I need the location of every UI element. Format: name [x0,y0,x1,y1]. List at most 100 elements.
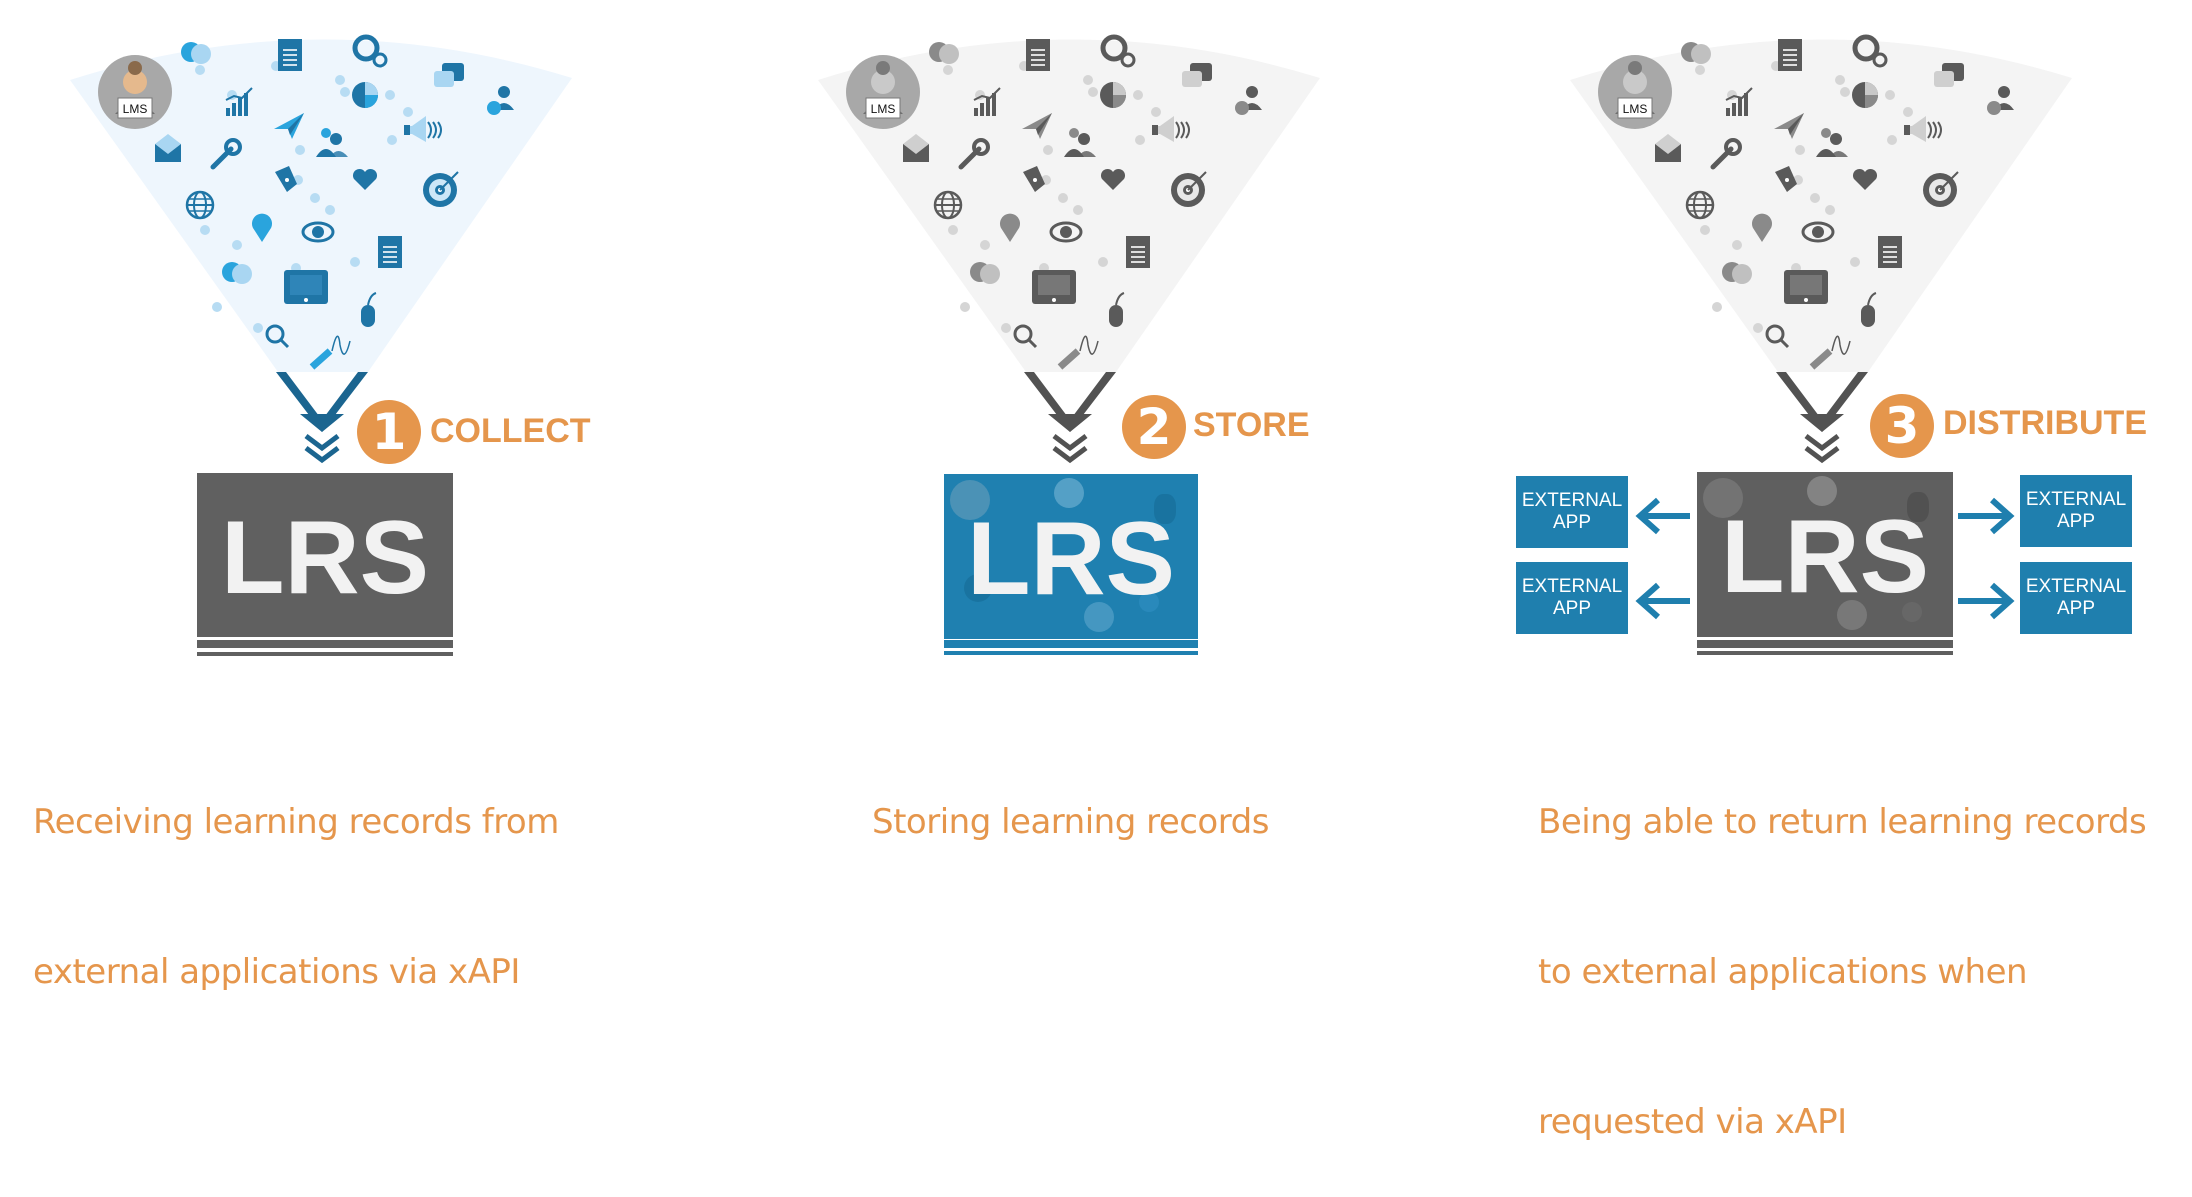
external-app-line2: APP [1552,512,1592,533]
document-icon [1878,236,1902,268]
lms-avatar-icon: LMS [98,55,172,129]
dot-icon [1810,193,1820,203]
dot-icon [1058,193,1068,203]
step-2-number-badge: 2 [1122,395,1186,459]
lrs-base-stripe [944,640,1198,648]
dot-icon [253,323,263,333]
dot-icon [212,302,222,312]
dot-icon [387,135,397,145]
funnel-step-2: LMS [818,34,1320,464]
chevrons-down-icon [1804,434,1840,464]
external-app-line2: APP [2056,598,2096,619]
funnel-step-1: LMS [70,34,572,464]
external-app-box-right-top: EXTERNAL APP [2020,475,2132,547]
step-2-description: Storing learning records [872,697,1269,897]
dot-icon [1835,75,1845,85]
lrs-base-stripe [1697,651,1953,655]
lms-avatar-icon: LMS [1598,55,1672,129]
dot-icon [980,240,990,250]
tablet-icon [1784,270,1828,304]
lms-avatar-label: LMS [871,102,896,116]
step-1-label: COLLECT [430,412,591,450]
step-1-description: Receiving learning records from external… [33,697,559,1047]
document-icon [378,236,402,268]
dot-icon [1795,145,1805,155]
dot-icon [1001,323,1011,333]
description-line: Receiving learning records from [33,802,559,842]
document-icon [1126,236,1150,268]
dot-icon [340,87,350,97]
external-app-line1: EXTERNAL [2025,489,2127,510]
external-app-box-left-bottom: EXTERNAL APP [1516,562,1628,634]
dot-icon [195,65,205,75]
funnel-step-3: LMS [1570,34,2072,464]
dot-icon [1695,65,1705,75]
chevrons-down-icon [304,434,340,464]
description-line: external applications via xAPI [33,952,520,992]
description-line: to external applications when [1538,952,2028,992]
lms-avatar-label: LMS [123,102,148,116]
chevrons-down-icon [1052,434,1088,464]
step-1-number-badge: 1 [357,400,421,464]
lrs-base-stripe [197,640,453,648]
pie-chart-icon [1852,82,1878,108]
dot-icon [1151,107,1161,117]
dot-icon [1825,205,1835,215]
lms-avatar-label: LMS [1623,102,1648,116]
dot-icon [1887,135,1897,145]
dot-icon [1753,323,1763,333]
dot-icon [200,225,210,235]
dot-icon [232,240,242,250]
dot-icon [1083,75,1093,85]
description-line: requested via xAPI [1538,1102,1847,1142]
dot-icon [1133,90,1143,100]
dot-icon [1088,87,1098,97]
lms-avatar-icon: LMS [846,55,920,129]
lrs-base-stripe [1697,640,1953,648]
document-icon [278,39,302,71]
dot-icon [335,75,345,85]
external-app-box-left-top: EXTERNAL APP [1516,476,1628,548]
dot-icon [1098,257,1108,267]
lrs-box-store: LRS [944,474,1198,639]
external-app-line2: APP [2056,511,2096,532]
dot-icon [350,257,360,267]
description-line: Storing learning records [872,802,1269,842]
dot-icon [1700,225,1710,235]
lrs-box-title: LRS [967,501,1175,617]
funnel-spout-fill [1048,414,1092,432]
funnel-spout-fill [1800,414,1844,432]
funnel-spout-fill [300,414,344,432]
description-line: Being able to return learning records [1538,802,2147,842]
lrs-box-collect: LRS [197,473,453,637]
dot-icon [1043,145,1053,155]
dot-icon [1073,205,1083,215]
dot-icon [943,65,953,75]
dot-icon [1732,240,1742,250]
external-app-line1: EXTERNAL [2025,576,2127,597]
dot-icon [325,205,335,215]
step-3-description: Being able to return learning records to… [1538,697,2147,1197]
dot-icon [1850,257,1860,267]
document-icon [1778,39,1802,71]
external-app-box-right-bottom: EXTERNAL APP [2020,562,2132,634]
dot-icon [1885,90,1895,100]
dot-icon [1903,107,1913,117]
pie-chart-icon [1100,82,1126,108]
step-3-number-badge: 3 [1870,394,1934,458]
external-app-line1: EXTERNAL [1521,490,1623,511]
lrs-base-stripe [197,652,453,656]
lrs-base-stripe [944,651,1198,655]
dot-icon [295,145,305,155]
external-app-line1: EXTERNAL [1521,576,1623,597]
lrs-box-distribute: LRS [1697,472,1953,637]
pie-chart-icon [352,82,378,108]
dot-icon [1135,135,1145,145]
tablet-icon [284,270,328,304]
tablet-icon [1032,270,1076,304]
dot-icon [948,225,958,235]
step-3-label: DISTRIBUTE [1943,404,2147,442]
document-icon [1026,39,1050,71]
dot-icon [385,90,395,100]
dot-icon [960,302,970,312]
